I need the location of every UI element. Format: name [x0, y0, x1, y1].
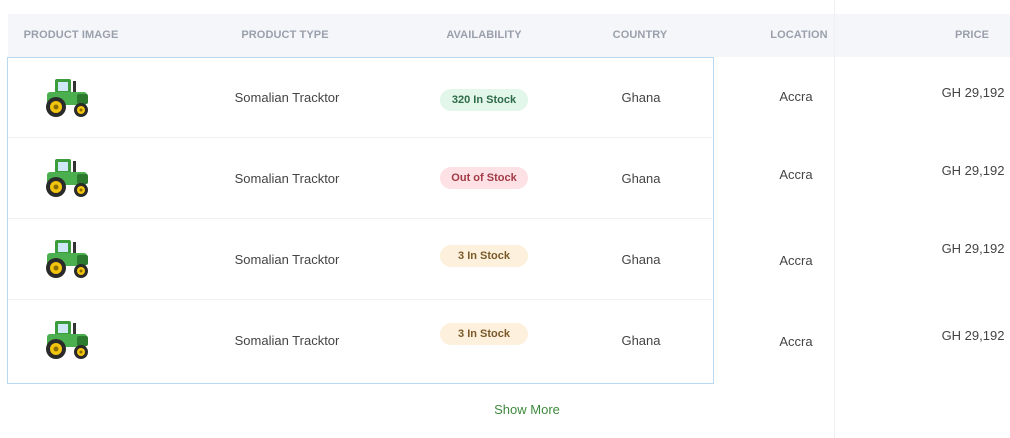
country: Ghana — [621, 252, 661, 267]
header-availability: AVAILABILITY — [446, 29, 522, 41]
tractor-icon — [46, 321, 88, 359]
price: GH 29,192 — [941, 85, 1005, 100]
header-product-image: PRODUCT IMAGE — [23, 29, 119, 41]
tractor-icon — [46, 240, 88, 278]
product-type: Somalian Tracktor — [234, 333, 340, 348]
tractor-icon — [46, 79, 88, 117]
header-location: LOCATION — [770, 29, 828, 41]
location: Accra — [779, 253, 813, 268]
country: Ghana — [621, 90, 661, 105]
header-country: COUNTRY — [612, 29, 668, 41]
row-divider — [8, 299, 712, 300]
location: Accra — [779, 167, 813, 182]
availability-badge: Out of Stock — [440, 167, 528, 189]
availability-badge: 320 In Stock — [440, 89, 528, 111]
price: GH 29,192 — [941, 163, 1005, 178]
country: Ghana — [621, 333, 661, 348]
price: GH 29,192 — [941, 328, 1005, 343]
product-type: Somalian Tracktor — [234, 171, 340, 186]
price: GH 29,192 — [941, 241, 1005, 256]
location: Accra — [779, 89, 813, 104]
header-price: PRICE — [954, 29, 990, 41]
row-divider — [8, 218, 712, 219]
price-column-panel — [834, 0, 1010, 438]
row-divider — [8, 137, 712, 138]
availability-badge: 3 In Stock — [440, 323, 528, 345]
tractor-icon — [46, 159, 88, 197]
availability-badge: 3 In Stock — [440, 245, 528, 267]
country: Ghana — [621, 171, 661, 186]
header-product-type: PRODUCT TYPE — [241, 29, 329, 41]
show-more-button[interactable]: Show More — [470, 400, 584, 420]
location: Accra — [779, 334, 813, 349]
product-type: Somalian Tracktor — [234, 90, 340, 105]
product-type: Somalian Tracktor — [234, 252, 340, 267]
